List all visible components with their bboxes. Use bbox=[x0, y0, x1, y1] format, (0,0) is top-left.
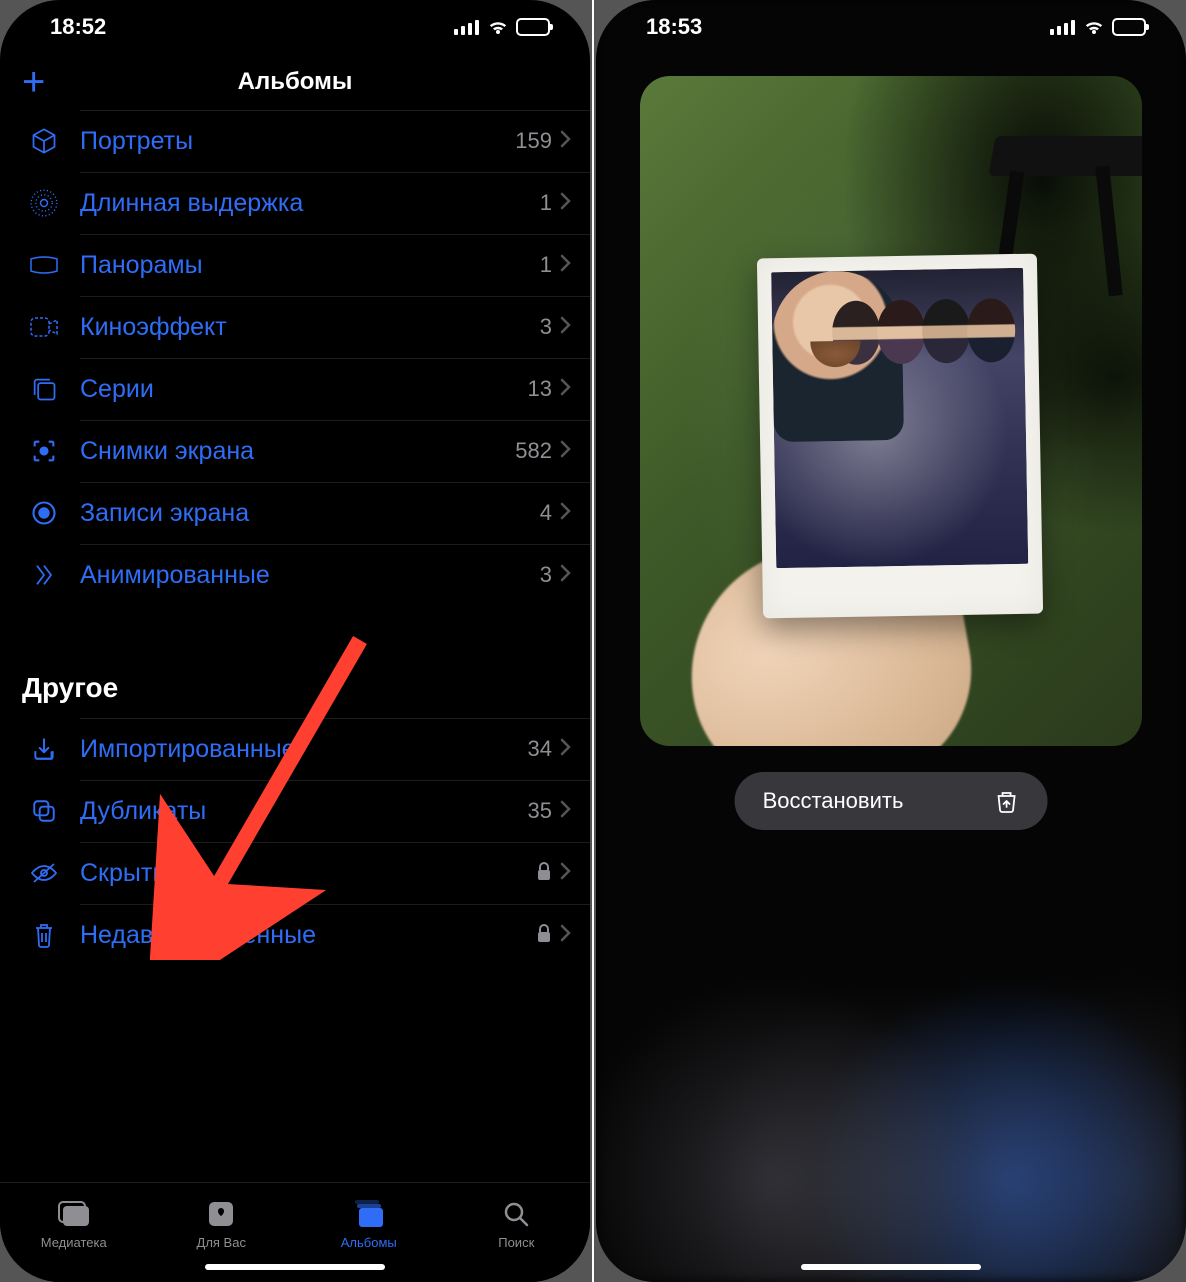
status-time: 18:53 bbox=[646, 14, 702, 40]
chevron-right-icon bbox=[560, 254, 572, 277]
lock-icon bbox=[536, 861, 552, 886]
row-label: Длинная выдержка bbox=[66, 189, 540, 218]
restore-icon bbox=[993, 788, 1019, 814]
cellular-icon bbox=[454, 19, 480, 35]
cellular-icon bbox=[1050, 19, 1076, 35]
library-icon bbox=[57, 1197, 91, 1231]
chevron-right-icon bbox=[560, 316, 572, 339]
wifi-icon bbox=[1082, 18, 1106, 36]
row-label: Киноэффект bbox=[66, 313, 540, 342]
row-label: Недавно удаленные bbox=[66, 921, 536, 950]
chevron-right-icon bbox=[560, 564, 572, 587]
row-label: Дубликаты bbox=[66, 797, 528, 826]
chevron-right-icon bbox=[560, 924, 572, 947]
capture-icon bbox=[22, 437, 66, 465]
restore-label: Восстановить bbox=[763, 788, 904, 814]
phone-right-photo-preview: 18:53 Восстановить bbox=[596, 0, 1186, 1282]
chevron-right-icon bbox=[560, 378, 572, 401]
row-label: Анимированные bbox=[66, 561, 540, 590]
row-animated[interactable]: Анимированные 3 bbox=[0, 544, 590, 606]
tab-label: Альбомы bbox=[341, 1235, 397, 1250]
row-screen-recordings[interactable]: Записи экрана 4 bbox=[0, 482, 590, 544]
search-icon bbox=[502, 1197, 530, 1231]
row-label: Снимки экрана bbox=[66, 437, 515, 466]
status-bar: 18:52 57 bbox=[0, 0, 590, 54]
cube-icon bbox=[22, 127, 66, 155]
tab-label: Медиатека bbox=[41, 1235, 107, 1250]
row-label: Панорамы bbox=[66, 251, 540, 280]
eye-off-icon bbox=[22, 862, 66, 884]
row-bursts[interactable]: Серии 13 bbox=[0, 358, 590, 420]
phone-left-albums: 18:52 57 + Альбомы Портреты 159 Длинная … bbox=[0, 0, 590, 1282]
stack-icon bbox=[22, 375, 66, 403]
albums-list: Портреты 159 Длинная выдержка 1 Панорамы… bbox=[0, 110, 590, 1182]
foryou-icon bbox=[206, 1197, 236, 1231]
tab-search[interactable]: Поиск bbox=[443, 1183, 591, 1264]
chevron-right-icon bbox=[560, 440, 572, 463]
lock-icon bbox=[536, 923, 552, 948]
row-duplicates[interactable]: Дубликаты 35 bbox=[0, 780, 590, 842]
target-icon bbox=[22, 189, 66, 217]
trash-icon bbox=[22, 921, 66, 949]
row-count: 1 bbox=[540, 252, 552, 278]
row-recently-deleted[interactable]: Недавно удаленные bbox=[0, 904, 590, 966]
download-icon bbox=[22, 736, 66, 762]
status-time: 18:52 bbox=[50, 14, 106, 40]
row-count: 13 bbox=[528, 376, 552, 402]
row-count: 3 bbox=[540, 314, 552, 340]
row-cinematic[interactable]: Киноэффект 3 bbox=[0, 296, 590, 358]
row-count: 159 bbox=[515, 128, 552, 154]
deleted-photo-preview[interactable] bbox=[640, 76, 1142, 746]
polaroid-in-photo bbox=[757, 254, 1043, 619]
add-album-button[interactable]: + bbox=[22, 62, 45, 102]
row-label: Серии bbox=[66, 375, 528, 404]
video-icon bbox=[22, 316, 66, 338]
row-long-exposure[interactable]: Длинная выдержка 1 bbox=[0, 172, 590, 234]
chevron-right-icon bbox=[560, 502, 572, 525]
row-count: 35 bbox=[528, 798, 552, 824]
restore-button[interactable]: Восстановить bbox=[735, 772, 1048, 830]
albums-icon bbox=[353, 1197, 385, 1231]
home-indicator[interactable] bbox=[205, 1264, 385, 1270]
chevron-right-icon bbox=[560, 130, 572, 153]
status-bar: 18:53 bbox=[596, 0, 1186, 54]
row-count: 1 bbox=[540, 190, 552, 216]
page-title: Альбомы bbox=[238, 68, 353, 96]
chevron-right-icon bbox=[560, 738, 572, 761]
tab-for-you[interactable]: Для Вас bbox=[148, 1183, 296, 1264]
record-icon bbox=[22, 499, 66, 527]
tab-label: Поиск bbox=[498, 1235, 534, 1250]
animated-icon bbox=[22, 561, 66, 589]
row-label: Импортированные bbox=[66, 735, 528, 764]
chevron-right-icon bbox=[560, 800, 572, 823]
row-count: 582 bbox=[515, 438, 552, 464]
row-count: 4 bbox=[540, 500, 552, 526]
row-portraits[interactable]: Портреты 159 bbox=[0, 110, 590, 172]
panorama-icon bbox=[22, 255, 66, 275]
row-label: Портреты bbox=[66, 127, 515, 156]
tab-albums[interactable]: Альбомы bbox=[295, 1183, 443, 1264]
wifi-icon bbox=[486, 18, 510, 36]
battery-indicator bbox=[1112, 18, 1146, 36]
tab-label: Для Вас bbox=[197, 1235, 246, 1250]
duplicate-icon bbox=[22, 798, 66, 824]
chevron-right-icon bbox=[560, 192, 572, 215]
chevron-right-icon bbox=[560, 862, 572, 885]
row-panoramas[interactable]: Панорамы 1 bbox=[0, 234, 590, 296]
nav-header: + Альбомы bbox=[0, 54, 590, 110]
row-count: 34 bbox=[528, 736, 552, 762]
row-imported[interactable]: Импортированные 34 bbox=[0, 718, 590, 780]
battery-percent: 57 bbox=[526, 20, 540, 35]
row-label: Скрытые bbox=[66, 859, 536, 888]
row-label: Записи экрана bbox=[66, 499, 540, 528]
row-hidden[interactable]: Скрытые bbox=[0, 842, 590, 904]
home-indicator[interactable] bbox=[801, 1264, 981, 1270]
row-screenshots[interactable]: Снимки экрана 582 bbox=[0, 420, 590, 482]
tab-library[interactable]: Медиатека bbox=[0, 1183, 148, 1264]
row-count: 3 bbox=[540, 562, 552, 588]
section-other-header: Другое bbox=[0, 644, 590, 718]
